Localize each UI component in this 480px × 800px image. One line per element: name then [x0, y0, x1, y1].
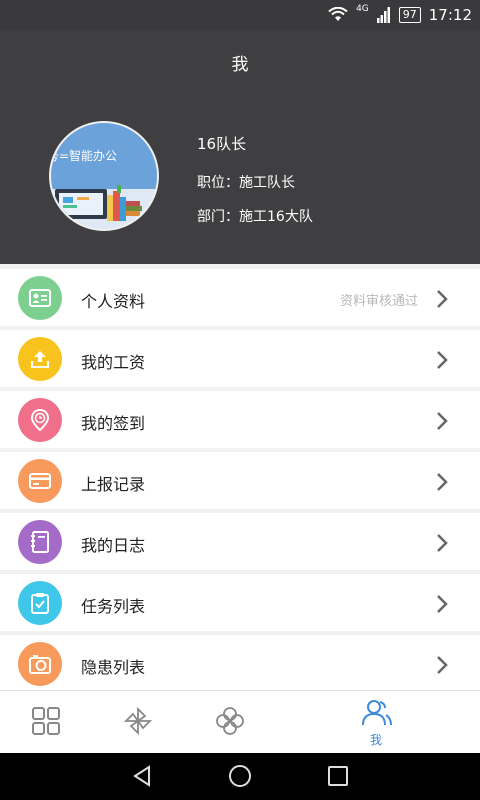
tab-home[interactable] [16, 691, 76, 754]
chevron-right-icon [437, 534, 448, 552]
tab-me[interactable]: 我 [346, 691, 406, 754]
menu-item-tasks[interactable]: 任务列表 [0, 574, 480, 631]
upload-tray-icon [18, 337, 62, 381]
clipboard-check-icon [18, 581, 62, 625]
menu-item-log[interactable]: 我的日志 [0, 513, 480, 570]
system-nav-bar [0, 753, 480, 800]
tab-discover[interactable] [108, 691, 168, 754]
wifi-icon [328, 7, 348, 21]
review-status: 资料审核通过 [339, 294, 418, 309]
user-position: 职位：施工队长 [197, 175, 295, 191]
menu-item-checkin[interactable]: 我的签到 [0, 391, 480, 448]
users-icon [362, 700, 392, 726]
chevron-right-icon [437, 473, 448, 491]
id-card-icon [18, 276, 62, 320]
profile-header: 我 号=智能办公 16队长 职位：施工队长 部门：施工16大队 [0, 30, 480, 264]
tab-services[interactable] [200, 691, 260, 754]
pinwheel-icon [123, 706, 153, 736]
home-icon[interactable] [228, 764, 252, 788]
avatar[interactable]: 号=智能办公 [49, 121, 159, 231]
notebook-icon [18, 520, 62, 564]
card-icon [18, 459, 62, 503]
bottom-tab-bar: 我 [0, 690, 480, 753]
camera-icon [18, 642, 62, 686]
menu-item-label: 上报记录 [81, 475, 146, 494]
back-icon[interactable] [130, 764, 154, 788]
recents-icon[interactable] [326, 764, 350, 788]
menu-item-label: 个人资料 [81, 292, 146, 311]
signal-icon [376, 7, 390, 23]
status-indicators: 4G 97 17:12 [328, 4, 472, 26]
battery-indicator: 97 [398, 7, 421, 23]
location-clock-icon [18, 398, 62, 442]
grid-icon [32, 707, 60, 735]
menu-item-label: 任务列表 [81, 597, 146, 616]
user-department: 部门：施工16大队 [197, 209, 313, 225]
user-name: 16队长 [197, 135, 247, 153]
chevron-right-icon [437, 656, 448, 674]
menu-item-hazards[interactable]: 隐患列表 [0, 635, 480, 692]
office-illustration-icon [55, 185, 142, 221]
network-type: 4G [356, 4, 369, 14]
menu-item-label: 我的工资 [81, 353, 146, 372]
menu-item-profile[interactable]: 个人资料 资料审核通过 [0, 269, 480, 326]
tab-me-label: 我 [369, 733, 382, 747]
menu-item-report-history[interactable]: 上报记录 [0, 452, 480, 509]
chevron-right-icon [437, 351, 448, 369]
menu-item-label: 隐患列表 [81, 658, 146, 677]
clock: 17:12 [428, 6, 472, 24]
menu-item-label: 我的签到 [81, 414, 146, 433]
chevron-right-icon [437, 595, 448, 613]
status-bar: 4G 97 17:12 [0, 0, 480, 30]
menu-item-label: 我的日志 [81, 536, 146, 555]
chevron-right-icon [437, 412, 448, 430]
chevron-right-icon [437, 290, 448, 308]
page-title: 我 [231, 55, 249, 75]
clover-icon [216, 707, 244, 735]
menu-item-salary[interactable]: 我的工资 [0, 330, 480, 387]
